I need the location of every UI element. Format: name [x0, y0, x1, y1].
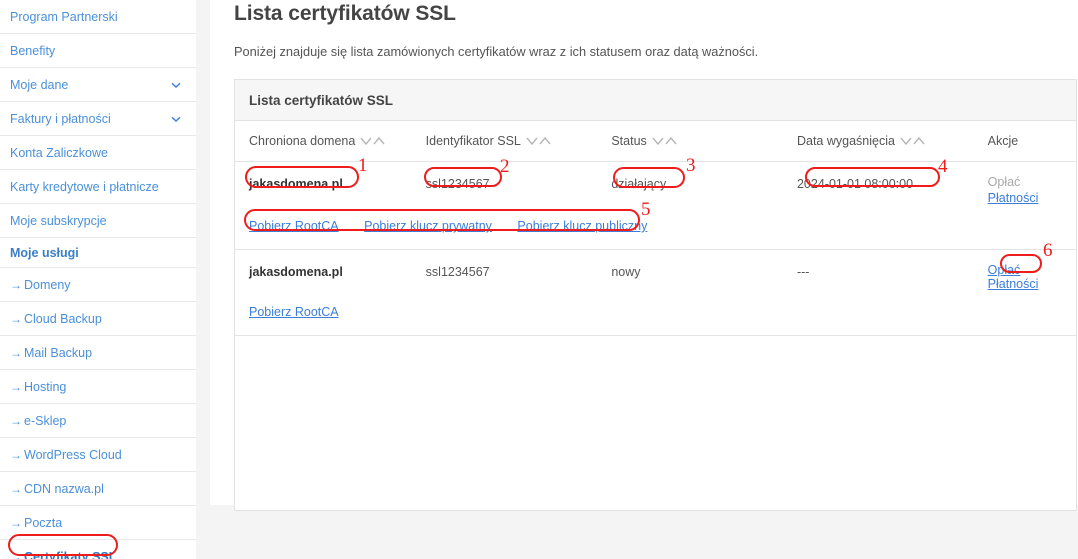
arrow-right-icon: →	[10, 549, 22, 559]
sidebar-item-label: Program Partnerski	[10, 9, 118, 24]
cell-akcje: Opłać Płatności	[988, 250, 1076, 291]
page-title: Lista certyfikatów SSL	[234, 2, 456, 25]
sort-updown-icon[interactable]	[526, 136, 552, 146]
platnosci-action-link[interactable]: Płatności	[988, 191, 1076, 205]
column-header-label: Chroniona domena	[249, 134, 356, 148]
sidebar-item-e-sklep[interactable]: → e-Sklep	[0, 404, 196, 438]
sidebar-item-certyfikaty-ssl[interactable]: → Certyfikaty SSL	[0, 540, 196, 559]
cell-chroniona-domena: jakasdomena.pl	[249, 265, 343, 279]
arrow-right-icon: →	[10, 277, 22, 292]
oplac-action-link[interactable]: Opłać	[988, 263, 1076, 277]
sidebar-item-label: Konta Zaliczkowe	[10, 145, 108, 160]
chevron-down-icon	[170, 79, 182, 91]
sidebar-item-label: e-Sklep	[24, 413, 67, 428]
cell-chroniona-domena: jakasdomena.pl	[249, 177, 343, 191]
column-header-akcje: Akcje	[987, 121, 1076, 162]
sidebar-item-label: Faktury i płatności	[10, 111, 111, 126]
cell-status: nowy	[611, 265, 641, 279]
sidebar-item-label: CDN nazwa.pl	[24, 481, 104, 496]
cell-identyfikator-ssl: ssl1234567	[425, 177, 490, 191]
arrow-right-icon: →	[10, 481, 22, 496]
oplac-action-disabled: Opłać	[987, 175, 1021, 189]
column-header-label: Status	[611, 134, 647, 148]
table-row-downloads: Pobierz RootCA Pobierz klucz prywatny Po…	[235, 205, 1076, 250]
sidebar-item-label: Benefity	[10, 43, 56, 58]
sidebar: Program Partnerski Benefity Moje dane Fa…	[0, 0, 196, 559]
sidebar-item-domeny[interactable]: → Domeny	[0, 268, 196, 302]
page-subtitle: Poniżej znajduje się lista zamówionych c…	[234, 44, 759, 59]
table-header-row: Chroniona domena Identyfikator SSL Statu…	[235, 121, 1076, 162]
certificates-card: Lista certyfikatów SSL Chroniona domena	[234, 79, 1077, 511]
table-row-downloads: Pobierz RootCA	[235, 291, 1076, 336]
cell-akcje: Opłać Płatności	[987, 162, 1076, 205]
download-links-cell: Pobierz RootCA Pobierz klucz prywatny Po…	[235, 205, 1076, 250]
arrow-right-icon: →	[10, 379, 22, 394]
sort-updown-icon[interactable]	[652, 136, 678, 146]
arrow-right-icon: →	[10, 447, 22, 462]
sidebar-item-label: Karty kredytowe i płatnicze	[10, 179, 159, 194]
cell-data-wygasniecia: ---	[796, 265, 810, 279]
download-links-cell: Pobierz RootCA	[235, 291, 1076, 336]
sidebar-item-program-partnerski[interactable]: Program Partnerski	[0, 0, 196, 34]
cell-identyfikator-ssl: ssl1234567	[425, 265, 490, 279]
sidebar-item-hosting[interactable]: → Hosting	[0, 370, 196, 404]
sidebar-item-label: WordPress Cloud	[24, 447, 122, 462]
download-public-key-link[interactable]: Pobierz klucz publiczny	[517, 219, 647, 233]
download-links-group: Pobierz RootCA Pobierz klucz prywatny Po…	[235, 205, 1076, 249]
download-private-key-link[interactable]: Pobierz klucz prywatny	[364, 219, 492, 233]
sidebar-item-label: Domeny	[24, 277, 71, 292]
download-rootca-link[interactable]: Pobierz RootCA	[249, 219, 339, 233]
table-row: jakasdomena.pl ssl1234567 nowy --- Opłać…	[235, 250, 1076, 291]
sidebar-item-mail-backup[interactable]: → Mail Backup	[0, 336, 196, 370]
download-rootca-link[interactable]: Pobierz RootCA	[249, 305, 339, 319]
sidebar-item-faktury-i-platnosci[interactable]: Faktury i płatności	[0, 102, 196, 136]
arrow-right-icon: →	[10, 413, 22, 428]
column-header-label: Identyfikator SSL	[425, 134, 521, 148]
layout-gap	[196, 0, 210, 559]
sidebar-item-poczta[interactable]: → Poczta	[0, 506, 196, 540]
sidebar-item-moje-dane[interactable]: Moje dane	[0, 68, 196, 102]
sidebar-item-cloud-backup[interactable]: → Cloud Backup	[0, 302, 196, 336]
sidebar-item-label: Moje dane	[10, 77, 69, 92]
sidebar-item-karty-kredytowe-i-platnicze[interactable]: Karty kredytowe i płatnicze	[0, 170, 196, 204]
cell-status: działający	[611, 177, 667, 191]
sort-updown-icon[interactable]	[900, 136, 926, 146]
table-row: jakasdomena.pl ssl1234567 działający 202…	[235, 162, 1076, 205]
column-header-chroniona-domena[interactable]: Chroniona domena	[235, 121, 426, 162]
card-title: Lista certyfikatów SSL	[235, 80, 1076, 121]
page-root: Program Partnerski Benefity Moje dane Fa…	[0, 0, 1078, 559]
sidebar-group-title: Moje usługi	[0, 238, 196, 268]
sidebar-item-moje-subskrypcje[interactable]: Moje subskrypcje	[0, 204, 196, 238]
column-header-label: Data wygaśnięcia	[796, 134, 895, 148]
sidebar-item-label: Cloud Backup	[24, 311, 102, 326]
sort-updown-icon[interactable]	[360, 136, 386, 146]
sidebar-item-label: Moje subskrypcje	[10, 213, 107, 228]
arrow-right-icon: →	[10, 515, 22, 530]
column-header-status[interactable]: Status	[611, 121, 797, 162]
main-content: Lista certyfikatów SSL Poniżej znajduje …	[210, 0, 1078, 511]
download-links-group: Pobierz RootCA	[235, 291, 1076, 335]
cell-data-wygasniecia: 2024-01-01 08:00:00	[796, 177, 914, 191]
arrow-right-icon: →	[10, 311, 22, 326]
certificates-table: Chroniona domena Identyfikator SSL Statu…	[235, 121, 1076, 336]
sidebar-item-wordpress-cloud[interactable]: → WordPress Cloud	[0, 438, 196, 472]
column-header-label: Akcje	[987, 134, 1019, 148]
arrow-right-icon: →	[10, 345, 22, 360]
sidebar-item-label: Certyfikaty SSL	[24, 549, 117, 559]
sidebar-item-label: Mail Backup	[24, 345, 93, 360]
sidebar-item-label: Poczta	[24, 515, 63, 530]
sidebar-item-benefity[interactable]: Benefity	[0, 34, 196, 68]
sidebar-item-cdn-nazwa-pl[interactable]: → CDN nazwa.pl	[0, 472, 196, 506]
platnosci-action-link[interactable]: Płatności	[988, 277, 1076, 291]
chevron-down-icon	[170, 113, 182, 125]
sidebar-item-konta-zaliczkowe[interactable]: Konta Zaliczkowe	[0, 136, 196, 170]
column-header-identyfikator-ssl[interactable]: Identyfikator SSL	[425, 121, 612, 162]
column-header-data-wygasniecia[interactable]: Data wygaśnięcia	[796, 121, 988, 162]
sidebar-item-label: Hosting	[24, 379, 67, 394]
